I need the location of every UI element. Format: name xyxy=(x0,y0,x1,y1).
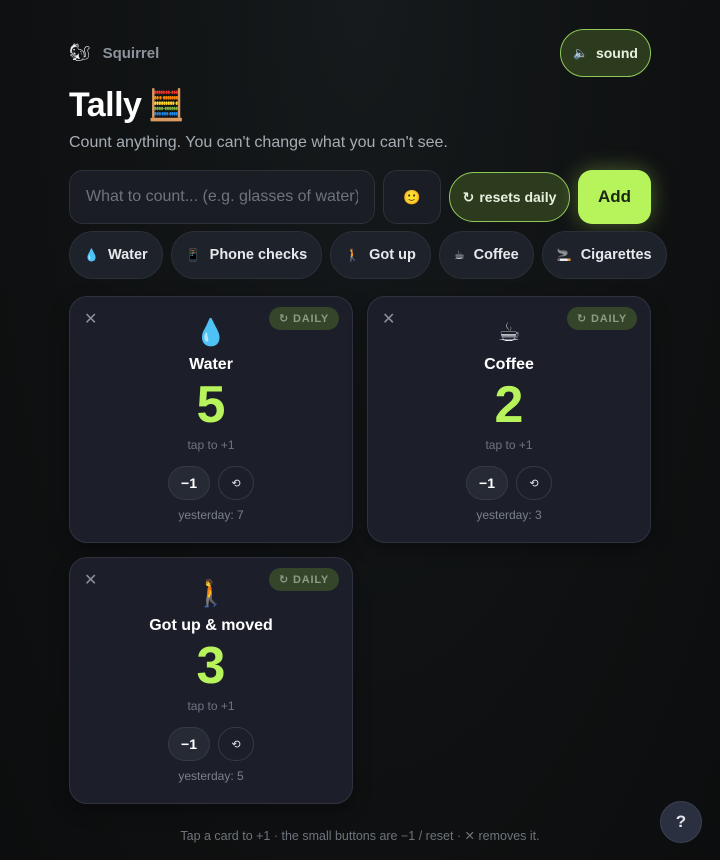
counter-card-coffee[interactable]: ✕ ↻ DAILY ☕ Coffee 2 tap to +1 −1 ⟲ yest… xyxy=(367,296,651,543)
counter-value: 2 xyxy=(494,376,524,434)
preset-chip-label: Got up xyxy=(369,247,416,263)
tap-hint: tap to +1 xyxy=(187,438,235,452)
decrement-button[interactable]: −1 xyxy=(168,727,210,761)
help-button[interactable]: ? xyxy=(660,801,702,843)
preset-chip-got-up[interactable]: 🚶 Got up xyxy=(330,231,431,279)
add-counter-row: 🙂 ↻ resets daily Add xyxy=(69,170,651,224)
droplet-icon: 💧 xyxy=(194,317,228,347)
add-button[interactable]: Add xyxy=(578,170,651,224)
preset-chip-water[interactable]: 💧 Water xyxy=(69,231,163,279)
page-title-text: Tally xyxy=(69,86,142,124)
tap-hint: tap to +1 xyxy=(485,438,533,452)
sound-button[interactable]: 🔈 sound xyxy=(560,29,651,77)
cigarette-icon: 🚬 xyxy=(556,248,572,262)
decrement-button[interactable]: −1 xyxy=(168,466,210,500)
brand-name: Squirrel xyxy=(102,44,160,62)
counter-name: Coffee xyxy=(484,356,534,373)
walking-icon: 🚶 xyxy=(345,248,361,262)
phone-icon: 📱 xyxy=(185,248,201,262)
counter-name-input[interactable] xyxy=(69,170,375,224)
resets-daily-label: resets daily xyxy=(479,189,557,205)
preset-chip-cigarettes[interactable]: 🚬 Cigarettes xyxy=(541,231,667,279)
counter-name: Water xyxy=(189,356,233,373)
page-title: Tally 🧮 xyxy=(69,86,185,125)
reset-counter-button[interactable]: ⟲ xyxy=(218,727,254,761)
counter-name: Got up & moved xyxy=(149,617,273,634)
reset-icon: ⟲ xyxy=(529,477,539,490)
preset-chip-coffee[interactable]: ☕ Coffee xyxy=(438,231,534,279)
walking-icon: 🚶 xyxy=(194,578,228,608)
preset-chip-label: Phone checks xyxy=(209,247,308,263)
squirrel-icon: 🐿 xyxy=(69,43,91,62)
yesterday-count: yesterday: 7 xyxy=(178,508,244,522)
tap-hint: tap to +1 xyxy=(187,699,235,713)
counter-value: 3 xyxy=(196,637,226,695)
resets-daily-toggle[interactable]: ↻ resets daily xyxy=(449,172,570,222)
preset-chip-label: Water xyxy=(107,247,148,263)
yesterday-count: yesterday: 3 xyxy=(476,508,542,522)
preset-chip-label: Cigarettes xyxy=(580,247,652,263)
preset-chip-phone-checks[interactable]: 📱 Phone checks xyxy=(170,231,323,279)
reset-icon: ⟲ xyxy=(231,738,241,751)
footer-hint: Tap a card to +1 · the small buttons are… xyxy=(180,829,540,843)
reset-icon: ⟲ xyxy=(231,477,241,490)
counter-value: 5 xyxy=(196,376,226,434)
brand[interactable]: 🐿 Squirrel xyxy=(69,40,159,66)
coffee-icon: ☕ xyxy=(497,317,521,347)
decrement-button[interactable]: −1 xyxy=(466,466,508,500)
abacus-icon: 🧮 xyxy=(147,89,185,122)
reset-counter-button[interactable]: ⟲ xyxy=(218,466,254,500)
smiley-icon: 🙂 xyxy=(403,188,421,205)
yesterday-count: yesterday: 5 xyxy=(178,769,244,783)
sound-button-label: sound xyxy=(595,45,638,61)
coffee-icon: ☕ xyxy=(453,248,465,262)
reset-counter-button[interactable]: ⟲ xyxy=(516,466,552,500)
droplet-icon: 💧 xyxy=(84,248,99,262)
speaker-icon: 🔈 xyxy=(573,46,588,60)
page-subtitle: Count anything. You can't change what yo… xyxy=(69,134,448,151)
preset-chips: 💧 Water 📱 Phone checks 🚶 Got up ☕ Coffee… xyxy=(69,231,667,279)
counter-card-got-up[interactable]: ✕ ↻ DAILY 🚶 Got up & moved 3 tap to +1 −… xyxy=(69,557,353,804)
refresh-icon: ↻ xyxy=(462,188,475,205)
counter-card-water[interactable]: ✕ ↻ DAILY 💧 Water 5 tap to +1 −1 ⟲ yeste… xyxy=(69,296,353,543)
preset-chip-label: Coffee xyxy=(473,247,519,263)
emoji-picker-button[interactable]: 🙂 xyxy=(383,170,441,224)
